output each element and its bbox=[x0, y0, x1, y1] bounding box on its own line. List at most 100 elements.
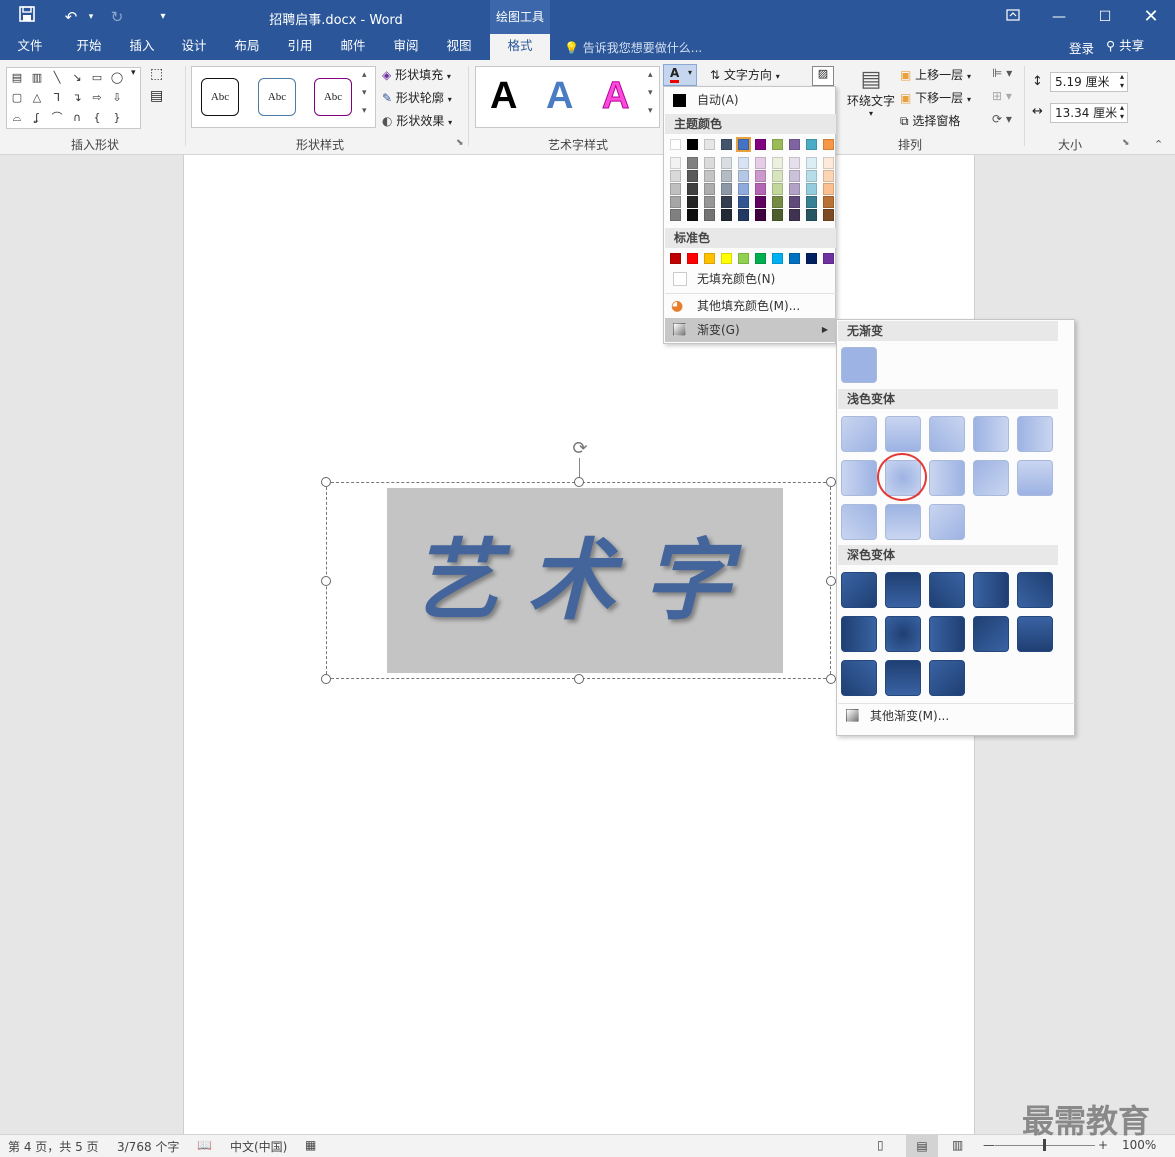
resize-handle[interactable] bbox=[826, 674, 836, 684]
dark-gradient-tile[interactable] bbox=[929, 660, 965, 696]
theme-shade-swatch[interactable] bbox=[721, 170, 732, 182]
wordart-style-black[interactable]: A bbox=[490, 75, 517, 118]
resize-handle[interactable] bbox=[321, 674, 331, 684]
theme-shade-swatch[interactable] bbox=[755, 170, 766, 182]
theme-shade-swatch[interactable] bbox=[789, 209, 800, 221]
spinner-icon[interactable]: ▴ ▾ bbox=[1120, 103, 1124, 121]
theme-shade-swatch[interactable] bbox=[823, 157, 834, 169]
send-backward-button[interactable]: ▣ 下移一层 ▾ bbox=[900, 89, 971, 106]
standard-color-swatch[interactable] bbox=[806, 253, 817, 264]
down-arrow-shape-icon[interactable]: ⇩ bbox=[107, 88, 127, 108]
rectangle-shape-icon[interactable]: ▭ bbox=[87, 68, 107, 88]
standard-color-swatch[interactable] bbox=[687, 253, 698, 264]
ribbon-display-icon[interactable] bbox=[990, 0, 1036, 34]
theme-shade-swatch[interactable] bbox=[687, 183, 698, 195]
shape-fill-button[interactable]: ◈ 形状填充 ▾ bbox=[382, 66, 451, 83]
standard-color-swatch[interactable] bbox=[704, 253, 715, 264]
standard-color-swatch[interactable] bbox=[738, 253, 749, 264]
tab-file[interactable]: 文件 bbox=[6, 34, 54, 60]
theme-shade-swatch[interactable] bbox=[738, 183, 749, 195]
triangle-shape-icon[interactable]: △ bbox=[27, 88, 47, 108]
arc-shape-icon[interactable]: ⌒ bbox=[47, 108, 67, 128]
standard-color-swatch[interactable] bbox=[772, 253, 783, 264]
wrap-text-button[interactable]: ▤ 环绕文字 ▾ bbox=[846, 68, 896, 119]
selection-pane-button[interactable]: ⧉ 选择窗格 bbox=[900, 112, 960, 129]
theme-shade-swatch[interactable] bbox=[772, 196, 783, 208]
theme-shade-swatch[interactable] bbox=[772, 209, 783, 221]
theme-shade-swatch[interactable] bbox=[806, 196, 817, 208]
theme-shade-swatch[interactable] bbox=[721, 209, 732, 221]
light-gradient-tile[interactable] bbox=[929, 504, 965, 540]
shape-style-blue[interactable]: Abc bbox=[258, 78, 296, 116]
theme-shade-swatch[interactable] bbox=[704, 157, 715, 169]
group-icon[interactable]: ⊞ ▾ bbox=[992, 89, 1012, 103]
light-gradient-tile[interactable] bbox=[973, 416, 1009, 452]
standard-color-swatch[interactable] bbox=[755, 253, 766, 264]
light-gradient-tile[interactable] bbox=[841, 504, 877, 540]
tab-format[interactable]: 格式 bbox=[490, 34, 550, 60]
theme-shade-swatch[interactable] bbox=[806, 183, 817, 195]
tab-references[interactable]: 引用 bbox=[276, 34, 324, 60]
no-fill-item[interactable]: 无填充颜色(N) bbox=[665, 267, 836, 291]
bring-forward-button[interactable]: ▣ 上移一层 ▾ bbox=[900, 66, 971, 83]
dialog-launcher-icon[interactable]: ⬊ bbox=[456, 138, 464, 148]
dark-gradient-tile[interactable] bbox=[973, 616, 1009, 652]
light-gradient-tile[interactable] bbox=[973, 460, 1009, 496]
theme-shade-swatch[interactable] bbox=[823, 170, 834, 182]
scribble-shape-icon[interactable]: ʆ bbox=[27, 108, 47, 128]
theme-shade-swatch[interactable] bbox=[704, 209, 715, 221]
light-gradient-tile[interactable] bbox=[885, 504, 921, 540]
dark-gradient-tile[interactable] bbox=[841, 616, 877, 652]
wordart-style-pink[interactable]: A bbox=[601, 75, 629, 118]
tab-mailings[interactable]: 邮件 bbox=[329, 34, 377, 60]
shape-effects-button[interactable]: ◐ 形状效果 ▾ bbox=[382, 112, 452, 129]
theme-shade-swatch[interactable] bbox=[755, 157, 766, 169]
theme-shade-swatch[interactable] bbox=[738, 170, 749, 182]
page-status[interactable]: 第 4 页，共 5 页 bbox=[8, 1138, 99, 1155]
share-button[interactable]: ⚲ 共享 bbox=[1106, 34, 1164, 60]
macro-icon[interactable]: ▦ bbox=[305, 1138, 316, 1152]
textbox-shape-icon[interactable]: ▤ bbox=[7, 68, 27, 88]
theme-shade-swatch[interactable] bbox=[687, 170, 698, 182]
shape-outline-button[interactable]: ✎ 形状轮廓 ▾ bbox=[382, 89, 452, 106]
shape-style-purple[interactable]: Abc bbox=[314, 78, 352, 116]
signin-link[interactable]: 登录 bbox=[1069, 38, 1094, 57]
shapes-gallery[interactable]: ▤ ▥ ╲ ↘ ▭ ◯ ▢ △ ⅂ ↴ ⇨ ⇩ ⌓ ʆ ⌒ ∩ { } bbox=[6, 67, 141, 129]
more-colors-item[interactable]: ◕ 其他填充颜色(M)... bbox=[665, 293, 836, 317]
theme-shade-swatch[interactable] bbox=[789, 196, 800, 208]
curve-shape-icon[interactable]: ∩ bbox=[67, 108, 87, 128]
rounded-rect-shape-icon[interactable]: ▢ bbox=[7, 88, 27, 108]
zoom-out-icon[interactable]: — bbox=[983, 1138, 995, 1152]
oval-shape-icon[interactable]: ◯ bbox=[107, 68, 127, 88]
collapse-ribbon-icon[interactable]: ⌃ bbox=[1154, 138, 1163, 151]
language-status[interactable]: 中文(中国) bbox=[230, 1138, 287, 1155]
theme-shade-swatch[interactable] bbox=[806, 209, 817, 221]
theme-shade-swatch[interactable] bbox=[670, 209, 681, 221]
theme-shade-swatch[interactable] bbox=[704, 196, 715, 208]
tab-design[interactable]: 设计 bbox=[170, 34, 218, 60]
theme-color-swatch[interactable] bbox=[670, 139, 681, 150]
wordart-text[interactable]: 艺术字 bbox=[387, 488, 783, 673]
freeform-shape-icon[interactable]: ⌓ bbox=[7, 108, 27, 128]
theme-shade-swatch[interactable] bbox=[687, 196, 698, 208]
theme-color-swatch[interactable] bbox=[806, 139, 817, 150]
spinner-icon[interactable]: ▴ ▾ bbox=[1120, 72, 1124, 90]
theme-shade-swatch[interactable] bbox=[823, 196, 834, 208]
resize-handle[interactable] bbox=[574, 477, 584, 487]
text-fill-button[interactable]: A ▾ bbox=[663, 64, 697, 86]
dark-gradient-tile[interactable] bbox=[885, 616, 921, 652]
vertical-textbox-shape-icon[interactable]: ▥ bbox=[27, 68, 47, 88]
theme-shade-swatch[interactable] bbox=[789, 157, 800, 169]
auto-color-item[interactable]: 自动(A) bbox=[665, 88, 836, 112]
light-gradient-tile[interactable] bbox=[929, 460, 965, 496]
theme-color-swatch[interactable] bbox=[704, 139, 715, 150]
web-layout-icon[interactable]: ▥ bbox=[952, 1138, 963, 1152]
light-gradient-tile[interactable] bbox=[885, 416, 921, 452]
gradient-item[interactable]: 渐变(G) ▶ bbox=[665, 318, 836, 342]
dark-gradient-tile[interactable] bbox=[885, 660, 921, 696]
no-gradient-tile[interactable] bbox=[841, 347, 877, 383]
theme-color-swatch[interactable] bbox=[721, 139, 732, 150]
shape-style-black[interactable]: Abc bbox=[201, 78, 239, 116]
tab-home[interactable]: 开始 bbox=[64, 34, 114, 60]
left-brace-shape-icon[interactable]: { bbox=[87, 108, 107, 128]
